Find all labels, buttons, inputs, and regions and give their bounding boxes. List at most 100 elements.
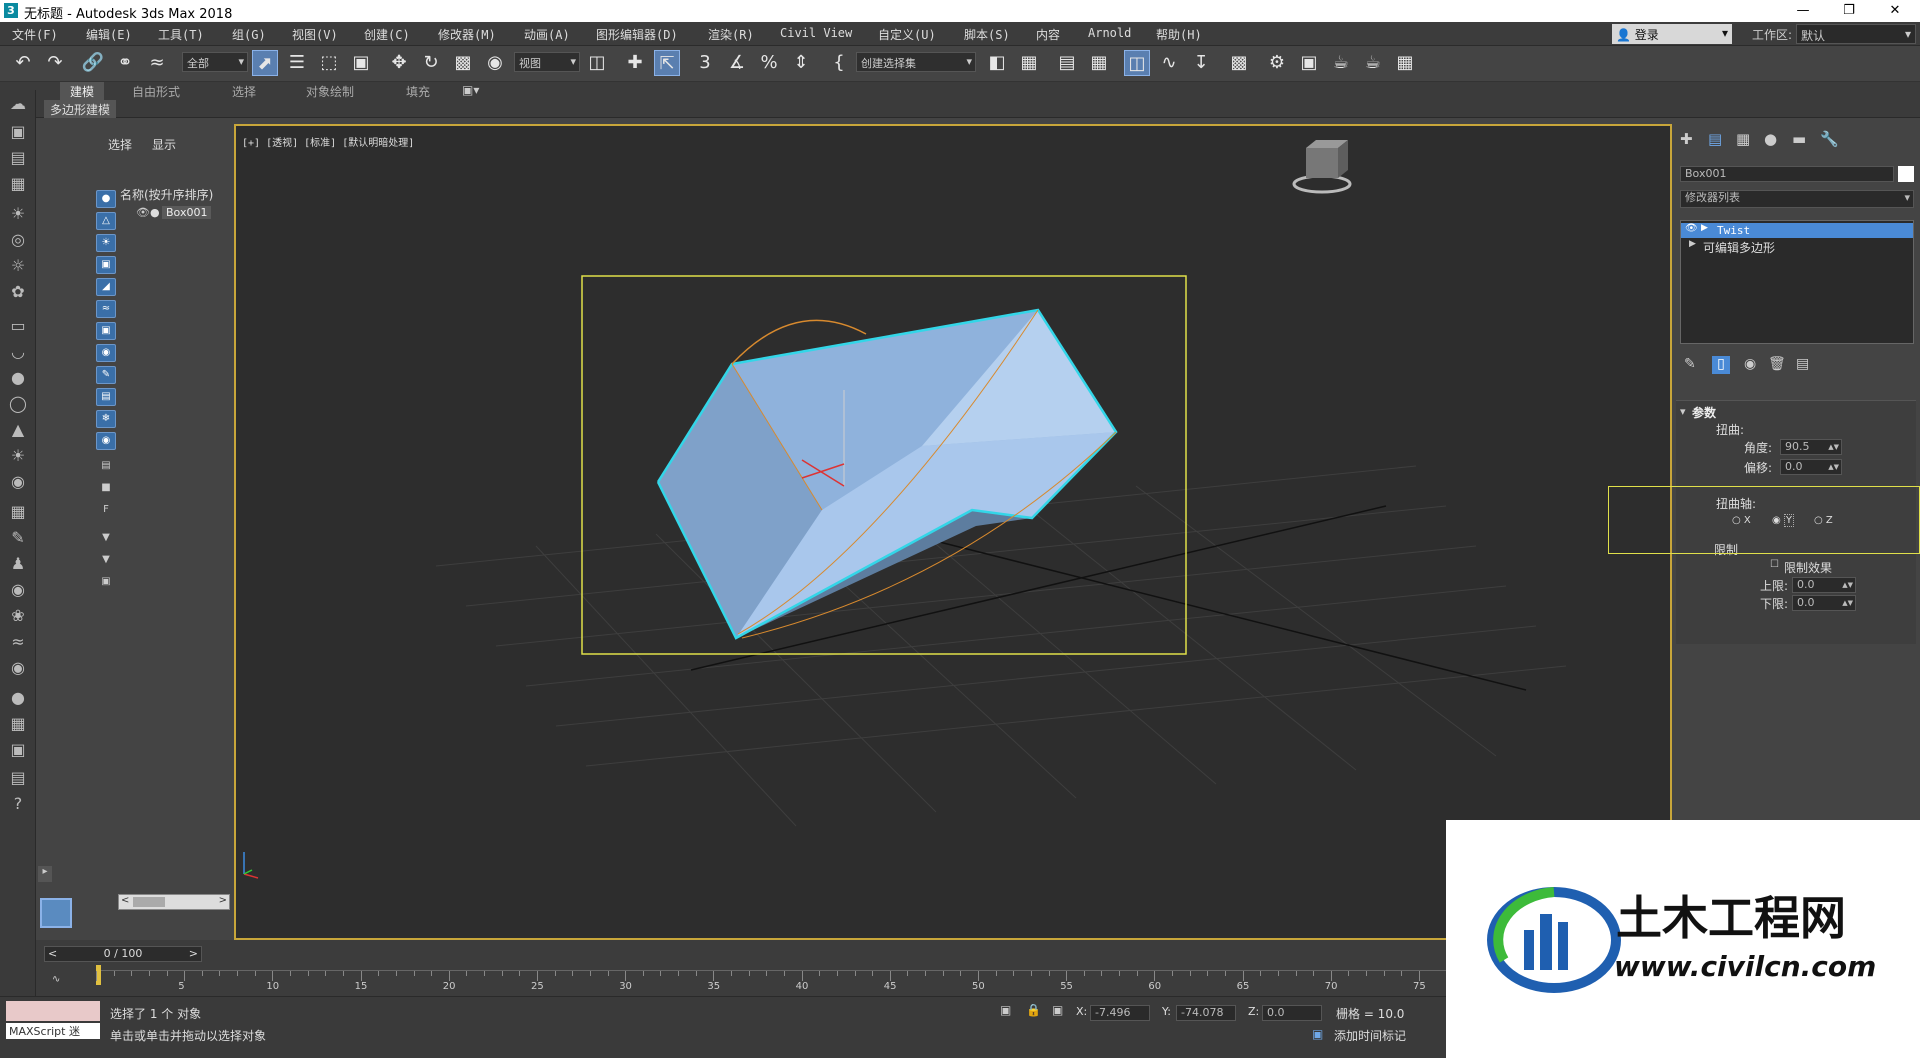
twisted-box-mesh[interactable] [656,308,1118,640]
perspective-viewport[interactable]: [+] [透视] [标准] [默认明暗处理] [234,124,1672,940]
scene-explorer-icon[interactable]: ▤ [1054,50,1080,76]
scene-tab-display[interactable]: 显示 [152,136,176,153]
sun-icon[interactable]: ☀ [6,444,30,468]
mesh-icon[interactable]: ▣ [6,738,30,762]
menu-file[interactable]: 文件(F) [12,26,58,43]
align-icon[interactable]: ▦ [1016,50,1042,76]
menu-edit[interactable]: 编辑(E) [86,26,132,43]
object-name-field[interactable]: Box001 [1680,166,1894,182]
modify-tab-icon[interactable]: ▤ [1708,130,1722,148]
menu-create[interactable]: 创建(C) [364,26,410,43]
object-color-swatch[interactable] [1898,166,1914,182]
sphere-icon[interactable]: ● [6,366,30,390]
torus-icon[interactable]: ◯ [6,392,30,416]
a360-icon[interactable]: ▦ [1392,50,1418,76]
menu-content[interactable]: 内容 [1036,26,1060,43]
maxscript-input[interactable]: MAXScript 迷 [6,1023,100,1039]
rect-selection-icon[interactable]: ⬚ [316,50,342,76]
stack-item-twist[interactable]: 👁 ▶ Twist [1681,223,1913,238]
menu-tools[interactable]: 工具(T) [158,26,204,43]
box-primitive-icon[interactable]: ▭ [6,314,30,338]
workspace-select[interactable]: 默认 ▾ [1796,24,1916,44]
menu-modifiers[interactable]: 修改器(M) [438,26,496,43]
menu-scripting[interactable]: 脚本(S) [964,26,1010,43]
make-unique-icon[interactable]: ◉ [1744,356,1756,372]
render-icon[interactable]: ▦ [6,712,30,736]
menu-group[interactable]: 组(G) [232,26,266,43]
curve-editor-mini-icon[interactable]: ∿ [52,974,60,985]
ribbon-tab-object-paint[interactable]: 对象绘制 [296,82,364,100]
add-time-tag[interactable]: 添加时间标记 [1334,1027,1406,1044]
create-tab-icon[interactable]: ✚ [1680,130,1693,148]
limit-effect-checkbox[interactable]: ☐ [1770,559,1779,570]
rotate-icon[interactable]: ↻ [418,50,444,76]
filter-bones-icon[interactable]: ✎ [96,366,116,384]
menu-civil-view[interactable]: Civil View [780,26,852,40]
ribbon-options-icon[interactable]: ▣▾ [462,83,479,97]
hair-icon[interactable]: ≈ [6,630,30,654]
redo-icon[interactable]: ↷ [42,50,68,76]
ribbon-tab-selection[interactable]: 选择 [222,82,266,100]
explorer-toggle-icon[interactable]: ▸ [38,866,52,882]
menu-view[interactable]: 视图(V) [292,26,338,43]
edit-named-selection-icon[interactable]: { [826,50,852,76]
hierarchy-icon[interactable]: ▦ [6,172,30,196]
material-ball-icon[interactable]: ● [6,686,30,710]
scale-icon[interactable]: ▩ [450,50,476,76]
filter-geometry-icon[interactable]: ● [96,190,116,208]
selection-filter-dropdown[interactable]: 全部 ▾ [182,52,248,72]
place-icon[interactable]: ◉ [482,50,508,76]
display-invert-icon[interactable]: F [96,502,116,520]
figure-icon[interactable]: ♟ [6,552,30,576]
axis-y-radio[interactable]: ◉ Y [1772,514,1795,527]
ribbon-sub-polygon-modeling[interactable]: 多边形建模 [44,100,117,119]
menu-rendering[interactable]: 渲染(R) [708,26,754,43]
track-bar[interactable]: 5 10 15 20 25 30 35 40 45 50 55 60 65 70 75 [96,965,1446,992]
ribbon-tab-modeling[interactable]: 建模 [60,82,105,100]
bias-spinner[interactable]: 0.0 ▲▼ [1780,459,1842,475]
filter-funnel2-icon[interactable]: ▼ [96,552,116,570]
scene-explorer-thumbnail-icon[interactable] [40,898,72,928]
filter-spacewarps-icon[interactable]: ≈ [96,300,116,318]
configure-sets-icon[interactable]: ▤ [1796,356,1809,372]
visibility-eye-icon[interactable]: 👁 [136,206,150,219]
render-setup-icon[interactable]: ⚙ [1264,50,1290,76]
filter-xrefs-icon[interactable]: ◉ [96,344,116,362]
undo-icon[interactable]: ↶ [10,50,36,76]
modifier-list-dropdown[interactable]: 修改器列表 ▾ [1680,190,1914,208]
close-button[interactable]: ✕ [1872,0,1918,22]
absolute-mode-icon[interactable]: ▣ [1052,1003,1063,1017]
filter-containers-icon[interactable]: ▤ [96,388,116,406]
percent-snap-icon[interactable]: % [756,50,782,76]
stack-item-editable-poly[interactable]: ▶ 可编辑多边形 [1681,239,1913,255]
render-iterative-icon[interactable]: ☕ [1360,50,1386,76]
lower-limit-spinner[interactable]: 0.0 ▲▼ [1792,595,1856,611]
layer-explorer-icon[interactable]: ▦ [1086,50,1112,76]
modify-icon[interactable]: ▤ [6,146,30,170]
select-object-icon[interactable]: ⬈ [252,50,278,76]
filter-groups-icon[interactable]: ▣ [96,322,116,340]
angle-spinner[interactable]: 90.5 ▲▼ [1780,439,1842,455]
display-none-icon[interactable]: ■ [96,480,116,498]
move-icon[interactable]: ✥ [386,50,412,76]
spinner-snap-icon[interactable]: ⇕ [788,50,814,76]
viewport-layout-icon[interactable]: ☁ [6,92,30,116]
show-end-result-icon[interactable]: ▯ [1712,356,1730,374]
cone-icon[interactable]: ▲ [6,418,30,442]
axis-z-radio[interactable]: ○ Z [1814,515,1833,526]
filter-hidden-icon[interactable]: ◉ [96,432,116,450]
rollout-title[interactable]: 参数 [1692,404,1716,421]
menu-graph-editors[interactable]: 图形编辑器(D) [596,26,678,43]
minimize-button[interactable]: — [1780,0,1826,22]
bind-spacewarp-icon[interactable]: ≈ [144,50,170,76]
curve-editor-icon[interactable]: ∿ [1156,50,1182,76]
stack-expand-icon[interactable]: ▶ [1701,223,1708,233]
filter-frozen-icon[interactable]: ❄ [96,410,116,428]
window-crossing-icon[interactable]: ▣ [348,50,374,76]
remove-modifier-icon[interactable]: 🗑 [1768,356,1786,372]
filter-lights-icon[interactable]: ☀ [96,234,116,252]
filter-helpers-icon[interactable]: ◢ [96,278,116,296]
upper-limit-spinner[interactable]: 0.0 ▲▼ [1792,577,1856,593]
ribbon-tab-freeform[interactable]: 自由形式 [122,82,190,100]
ref-coord-dropdown[interactable]: 视图 ▾ [514,52,580,72]
